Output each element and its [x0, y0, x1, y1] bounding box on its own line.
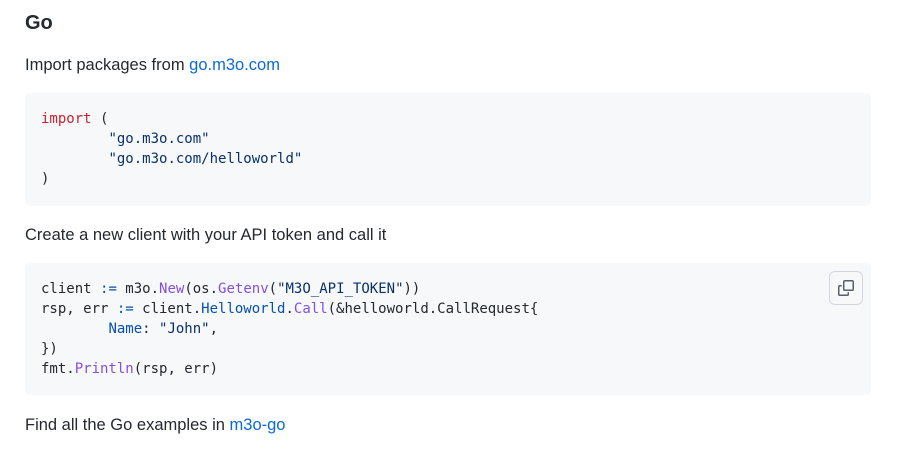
code-token: rsp, err — [41, 301, 117, 317]
m3o-go-link[interactable]: m3o-go — [230, 416, 286, 434]
client-intro: Create a new client with your API token … — [25, 226, 387, 244]
code-token: client — [41, 281, 101, 297]
code-token: (rsp, err) — [133, 361, 219, 377]
code-line: ) — [41, 169, 302, 189]
code-token: , — [209, 321, 219, 337]
code-string: "John" — [159, 321, 210, 337]
code-token: ( — [268, 281, 278, 297]
code-operator: := — [100, 281, 117, 297]
code-function: Getenv — [218, 281, 269, 297]
import-keyword: import — [41, 111, 92, 127]
code-operator: := — [116, 301, 134, 317]
code-token: fmt. — [41, 361, 75, 377]
import-intro-text: Import packages from — [25, 56, 190, 74]
code-line: fmt.Println(rsp, err) — [41, 359, 538, 379]
code-token: client. — [133, 301, 202, 317]
code-line: "go.m3o.com/helloworld" — [41, 149, 302, 169]
import-code: import ( "go.m3o.com" "go.m3o.com/hellow… — [41, 109, 302, 189]
code-token: )) — [403, 281, 421, 297]
copy-button[interactable] — [829, 271, 863, 305]
import-code-block: import ( "go.m3o.com" "go.m3o.com/hellow… — [25, 93, 871, 206]
code-token: m3o. — [116, 281, 160, 297]
footer-text: Find all the Go examples in — [25, 416, 230, 434]
copy-icon — [838, 280, 854, 296]
code-token: : — [142, 321, 160, 337]
footer-note: Find all the Go examples in m3o-go — [25, 413, 285, 437]
client-code: client := m3o.New(os.Getenv("M3O_API_TOK… — [41, 279, 538, 379]
code-line: client := m3o.New(os.Getenv("M3O_API_TOK… — [41, 279, 538, 299]
code-line: "go.m3o.com" — [41, 129, 302, 149]
go-m3o-link[interactable]: go.m3o.com — [189, 56, 280, 74]
section-title: Go — [25, 12, 53, 34]
code-token: (os. — [184, 281, 219, 297]
code-token: . — [285, 301, 294, 317]
import-intro: Import packages from go.m3o.com — [25, 53, 280, 77]
code-line: import ( — [41, 109, 302, 129]
code-line: }) — [41, 339, 538, 359]
code-token: ) — [41, 171, 50, 187]
client-code-block: client := m3o.New(os.Getenv("M3O_API_TOK… — [25, 263, 871, 395]
code-string: "go.m3o.com/helloworld" — [108, 151, 303, 167]
code-line: rsp, err := client.Helloworld.Call(&hell… — [41, 299, 538, 319]
code-function: Println — [74, 361, 134, 377]
code-function: Call — [293, 301, 328, 317]
code-token: (&helloworld.CallRequest{ — [327, 301, 539, 317]
code-string: "M3O_API_TOKEN" — [277, 281, 404, 297]
code-token: }) — [41, 341, 58, 357]
code-property: Helloworld — [201, 301, 286, 317]
code-property: Name — [108, 321, 143, 337]
code-line: Name: "John", — [41, 319, 538, 339]
code-function: New — [159, 281, 185, 297]
code-token: ( — [91, 111, 109, 127]
code-string: "go.m3o.com" — [108, 131, 210, 147]
